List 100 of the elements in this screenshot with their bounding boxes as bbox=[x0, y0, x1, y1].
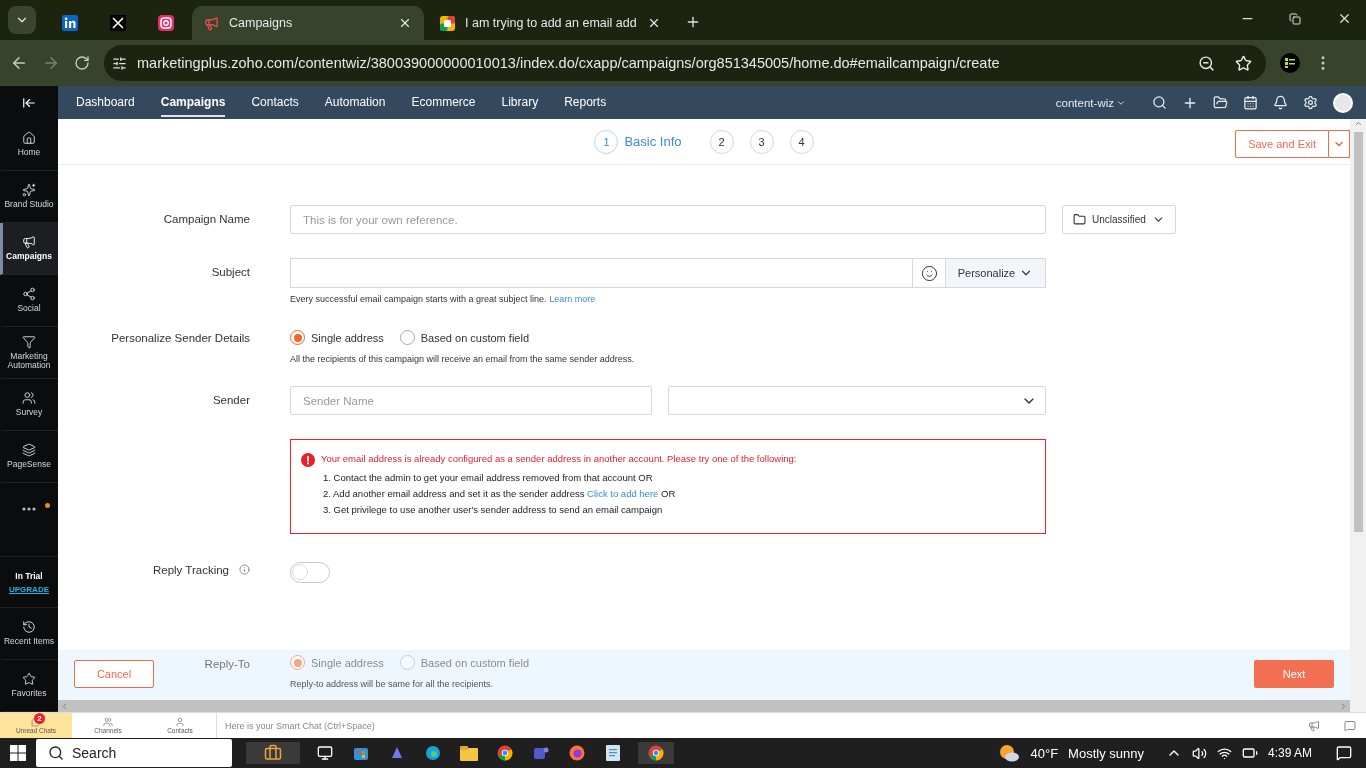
tab-search-button[interactable] bbox=[8, 6, 36, 34]
hint-text: Every successful email campaign starts with a great subject line. Learn more bbox=[290, 294, 597, 304]
star-icon bbox=[22, 672, 36, 687]
subject-field[interactable]: Personalize bbox=[290, 258, 1046, 288]
history-icon bbox=[22, 620, 36, 635]
reply-tracking-toggle[interactable] bbox=[290, 562, 330, 583]
forward-icon[interactable] bbox=[42, 54, 60, 72]
avatar[interactable] bbox=[1333, 92, 1353, 113]
person-icon bbox=[175, 717, 185, 727]
people-icon bbox=[22, 391, 36, 406]
sidebar-item[interactable]: Campaigns bbox=[0, 223, 58, 275]
sender-name-field[interactable]: Sender Name bbox=[290, 386, 652, 415]
browser-tab[interactable]: I am trying to add an email add bbox=[428, 6, 673, 40]
nav-tab[interactable]: Library bbox=[501, 88, 539, 117]
unread-badge: 2 bbox=[34, 713, 45, 724]
bell-icon[interactable] bbox=[1273, 95, 1288, 110]
smiley-icon bbox=[920, 264, 938, 282]
network-icon[interactable] bbox=[1216, 745, 1232, 761]
nav-tab[interactable]: Automation bbox=[324, 88, 386, 117]
radio-option[interactable]: Single address bbox=[290, 330, 384, 345]
nav-tab[interactable]: Ecommerce bbox=[411, 88, 476, 117]
settings-icon[interactable] bbox=[1303, 95, 1318, 110]
field-label: Subject bbox=[211, 265, 250, 278]
field-label: Personalize Sender Details bbox=[111, 331, 250, 344]
sidebar-item[interactable]: PageSense bbox=[0, 431, 58, 483]
calendar-icon[interactable] bbox=[1243, 95, 1258, 110]
upgrade-link[interactable]: UPGRADE bbox=[9, 584, 49, 594]
volume-icon[interactable] bbox=[1191, 745, 1207, 761]
scroll-up-icon[interactable] bbox=[1353, 119, 1363, 128]
message-icon[interactable] bbox=[1344, 719, 1356, 732]
funnel-icon bbox=[22, 334, 36, 349]
reload-icon[interactable] bbox=[74, 55, 90, 71]
extension-icon[interactable] bbox=[1280, 53, 1300, 73]
camera-icon bbox=[158, 15, 174, 31]
field-label: Campaign Name bbox=[163, 212, 250, 225]
more-icon[interactable] bbox=[22, 507, 36, 511]
briefcase-icon bbox=[264, 744, 282, 762]
layers-icon bbox=[22, 443, 36, 458]
bookmark-star-icon[interactable] bbox=[1235, 54, 1252, 72]
site-settings-icon[interactable] bbox=[112, 55, 127, 71]
people-icon bbox=[103, 717, 113, 727]
campaign-name-field[interactable]: This is for your own reference. bbox=[290, 205, 1046, 234]
wizard-step[interactable]: 1 Basic Info bbox=[594, 129, 694, 154]
sidebar-item[interactable]: Survey bbox=[0, 379, 58, 431]
tab-title: I am trying to add an email add bbox=[465, 16, 637, 30]
temperature: 40°F bbox=[1030, 745, 1059, 761]
battery-icon[interactable] bbox=[1241, 745, 1258, 761]
learn-more-link[interactable]: Learn more bbox=[549, 294, 596, 304]
browser-tab[interactable]: Campaigns bbox=[192, 6, 424, 40]
save-options-button[interactable] bbox=[1329, 130, 1350, 158]
collapse-icon[interactable] bbox=[22, 95, 36, 110]
folder-icon[interactable] bbox=[1213, 95, 1228, 110]
megaphone-icon bbox=[22, 235, 36, 250]
tab-title: Campaigns bbox=[229, 16, 294, 30]
info-icon[interactable] bbox=[239, 564, 250, 575]
account-menu[interactable]: content-wiz bbox=[1055, 96, 1126, 109]
sidebar-item[interactable]: Recent Items bbox=[0, 608, 58, 660]
nav-tab[interactable]: Reports bbox=[564, 88, 607, 117]
folder-icon bbox=[1073, 213, 1086, 226]
colorful-square-icon bbox=[440, 15, 455, 31]
back-icon[interactable] bbox=[10, 54, 28, 72]
restore-icon[interactable] bbox=[1289, 13, 1301, 25]
nav-tab[interactable]: Contacts bbox=[251, 88, 299, 117]
field-label: Sender bbox=[212, 393, 250, 406]
sparkle-icon bbox=[22, 183, 36, 198]
click-to-add-link[interactable]: Click to add here bbox=[587, 488, 659, 499]
field-label: Reply-To bbox=[204, 657, 250, 672]
trial-status: In Trial bbox=[15, 570, 43, 581]
sidebar-item[interactable]: Home bbox=[0, 119, 58, 171]
megaphone-icon[interactable] bbox=[1308, 719, 1320, 732]
personalize-dropdown[interactable]: Personalize bbox=[945, 259, 1045, 287]
vertical-scrollbar[interactable] bbox=[1350, 119, 1366, 712]
radio-option[interactable]: Based on custom field bbox=[399, 330, 529, 345]
address-bar[interactable]: marketingplus.zoho.com/contentwiz/380039000000010013/index.do/cxapp/campaigns/org851345005/home.do#emailcampaign/create bbox=[104, 45, 1266, 81]
zoom-icon[interactable] bbox=[1198, 54, 1215, 72]
sidebar-item[interactable]: Social bbox=[0, 275, 58, 327]
field-label: Reply Tracking bbox=[152, 564, 229, 576]
nav-tab[interactable]: Campaigns bbox=[160, 88, 226, 117]
chrome-icon[interactable] bbox=[638, 742, 674, 764]
search-icon bbox=[48, 745, 64, 761]
windows-icon bbox=[10, 745, 26, 761]
search-icon[interactable] bbox=[1152, 95, 1167, 110]
nav-tab[interactable]: Dashboard bbox=[76, 88, 135, 117]
close-icon[interactable] bbox=[1337, 11, 1352, 26]
home-icon bbox=[22, 131, 36, 146]
notifications-icon[interactable] bbox=[1336, 745, 1352, 761]
close-icon[interactable] bbox=[398, 16, 412, 30]
alert-icon bbox=[301, 453, 315, 467]
error-list-item: 2. Add another email address and set it as the sender address Click to add here OR bbox=[322, 488, 677, 499]
sidebar-item[interactable]: Marketing Automation bbox=[0, 327, 58, 379]
folder-dropdown[interactable]: Unclassified bbox=[1062, 205, 1176, 234]
hint-text: Reply-to address will be same for all the recipients. bbox=[290, 679, 495, 689]
taskbar-app[interactable] bbox=[246, 742, 300, 764]
taskbar-search[interactable]: Search bbox=[36, 739, 232, 767]
chat-icon bbox=[31, 717, 41, 727]
share-icon bbox=[22, 287, 36, 302]
weather-text: Mostly sunny bbox=[1068, 745, 1144, 761]
error-message: Your email address is already configured as a sender address in another account. Please try one of the following: bbox=[301, 453, 1035, 467]
megaphone-icon bbox=[204, 15, 219, 31]
error-list-item: 3. Get privilege to use another user's sender address to send an email campaign bbox=[322, 504, 664, 515]
